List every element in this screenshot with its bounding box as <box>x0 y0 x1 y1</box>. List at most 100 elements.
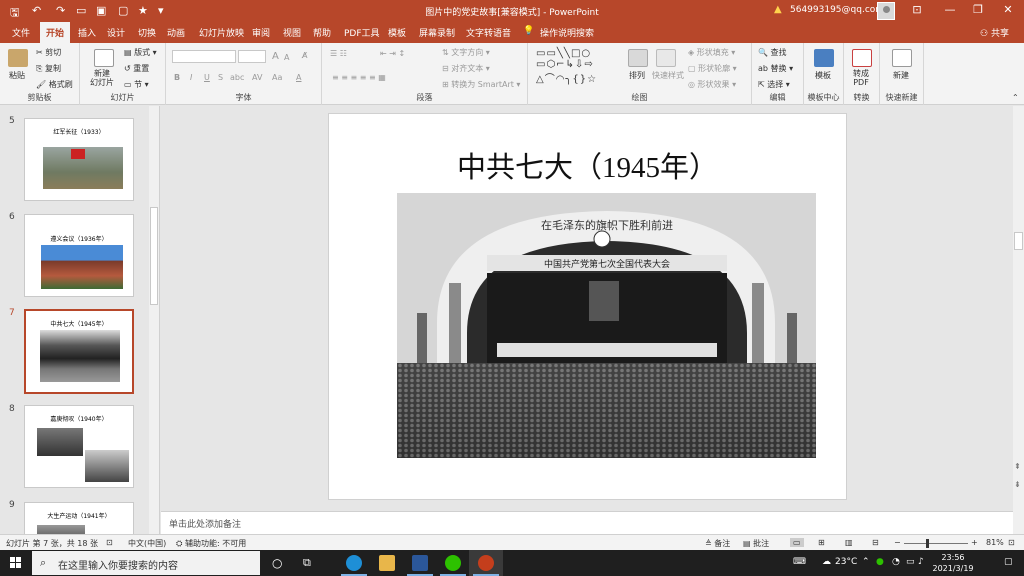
shapes-gallery[interactable]: ▭▭╲╲□○ ▭⬡⌐↳⇩⇨ △⌒◠╮{}☆ <box>536 48 597 85</box>
bullets-icon[interactable]: ☰ ☷ <box>330 49 347 58</box>
notes-placeholder[interactable]: 单击此处添加备注 <box>169 517 241 530</box>
font-color-button[interactable]: A <box>296 73 301 82</box>
comments-toggle[interactable]: ▤ 批注 <box>743 538 769 549</box>
wechat-tray-icon[interactable]: ● <box>876 557 884 567</box>
edge-app[interactable] <box>337 550 371 576</box>
quick-styles-button[interactable]: 快速样式 <box>652 70 684 81</box>
zoom-slider[interactable] <box>904 543 968 544</box>
notes-pane[interactable]: 单击此处添加备注 <box>161 511 1013 534</box>
new-slide-button[interactable]: 新建 幻灯片 <box>90 69 114 87</box>
template-icon[interactable] <box>814 49 834 67</box>
paste-button[interactable]: 粘贴 <box>9 70 25 81</box>
minimize-button[interactable]: — <box>940 3 960 19</box>
weather-icon[interactable]: ☁ <box>822 557 831 567</box>
format-painter-button[interactable]: 🖌 格式刷 <box>36 79 73 90</box>
tab-tts[interactable]: 文字转语音 <box>466 26 511 39</box>
temperature[interactable]: 23°C <box>835 557 857 567</box>
normal-view-button[interactable]: ▭ <box>790 538 804 547</box>
share-button[interactable]: ⚇ 共享 <box>980 26 1009 39</box>
quick-new-button[interactable]: 新建 <box>893 70 909 81</box>
pdf-icon[interactable] <box>852 49 872 67</box>
chevron-up-icon[interactable]: ⌃ <box>862 557 870 567</box>
shrink-font-button[interactable]: A <box>284 53 289 62</box>
align-icons[interactable]: ≡ ≡ ≡ ≡ ≡ ▦ <box>332 73 386 82</box>
clock[interactable]: 23:56 2021/3/19 <box>928 552 978 574</box>
template-button[interactable]: 模板 <box>815 70 831 81</box>
fit-slide-icon[interactable]: ⊡ <box>1008 538 1015 547</box>
collapse-ribbon-icon[interactable]: ⌃ <box>1012 93 1019 102</box>
slide-thumbnail[interactable]: 嘉庚彻叹（1940年） <box>24 405 134 488</box>
prev-slide-icon[interactable]: ⇞ <box>1014 462 1021 471</box>
shadow-button[interactable]: abc <box>230 73 244 82</box>
replace-button[interactable]: ab 替换 ▾ <box>758 63 793 74</box>
slide-photo[interactable]: 中国共产党第七次全国代表大会 在毛泽东的旗帜下胜利前进 <box>397 193 816 458</box>
shape-effects-button[interactable]: ◎ 形状效果 ▾ <box>688 79 736 90</box>
font-name-box[interactable] <box>172 50 236 63</box>
tab-template[interactable]: 模板 <box>388 26 406 39</box>
notes-toggle[interactable]: ≜ 备注 <box>705 538 730 549</box>
quick-styles-icon[interactable] <box>656 49 676 67</box>
reading-view-button[interactable]: ▥ <box>845 538 853 547</box>
thumbnail-scrollbar[interactable] <box>149 106 159 534</box>
zoom-out-button[interactable]: − <box>894 538 901 547</box>
slideshow-view-button[interactable]: ⊟ <box>872 538 879 547</box>
arrange-icon[interactable] <box>628 49 648 67</box>
layout-button[interactable]: ▤ 版式 ▾ <box>124 47 157 58</box>
convert-pdf-button[interactable]: 转成 PDF <box>853 69 869 87</box>
close-button[interactable]: ✕ <box>998 3 1018 19</box>
paste-icon[interactable] <box>8 49 28 67</box>
current-slide[interactable]: 中共七大（1945年） 中国共产党第七次全国代表大会 在毛泽东的旗帜下胜利前进 <box>328 113 847 500</box>
tab-animations[interactable]: 动画 <box>167 26 185 39</box>
windows-start-icon[interactable] <box>10 557 22 569</box>
next-slide-icon[interactable]: ⇟ <box>1014 480 1021 489</box>
tab-review[interactable]: 审阅 <box>252 26 270 39</box>
bold-button[interactable]: B <box>174 73 180 82</box>
section-button[interactable]: ▭ 节 ▾ <box>124 79 149 90</box>
notification-icon[interactable]: ▢ <box>1004 557 1013 567</box>
font-size-box[interactable] <box>238 50 266 63</box>
account-email[interactable]: 564993195@qq.com <box>790 5 884 15</box>
italic-button[interactable]: I <box>190 73 192 82</box>
tab-view[interactable]: 视图 <box>283 26 301 39</box>
tab-help[interactable]: 帮助 <box>313 26 331 39</box>
text-direction-button[interactable]: ⇅ 文字方向 ▾ <box>442 47 490 58</box>
explorer-app[interactable] <box>370 550 404 576</box>
network-icon[interactable]: ◔ <box>892 557 900 567</box>
tab-screen-record[interactable]: 屏幕录制 <box>419 26 455 39</box>
clear-format-icon[interactable]: A̸ <box>302 51 307 60</box>
slide-scroll-thumb[interactable] <box>1014 232 1023 250</box>
shape-outline-button[interactable]: ▢ 形状轮廓 ▾ <box>688 63 737 74</box>
find-button[interactable]: 🔍 查找 <box>758 47 787 58</box>
tab-home[interactable]: 开始 <box>40 22 70 43</box>
grow-font-button[interactable]: A <box>272 51 279 62</box>
indent-icon[interactable]: ⇤ ⇥ ↕ <box>380 49 405 58</box>
thumbnail-scroll-thumb[interactable] <box>150 207 158 305</box>
quick-new-icon[interactable] <box>892 49 912 67</box>
zoom-level[interactable]: 81% <box>986 538 1004 547</box>
new-slide-icon[interactable] <box>94 49 114 67</box>
avatar[interactable] <box>877 2 895 20</box>
zoom-slider-thumb[interactable] <box>926 539 929 548</box>
slide-scrollbar[interactable]: ⇞ ⇟ <box>1013 106 1024 534</box>
tab-pdf-tools[interactable]: PDF工具 <box>344 26 380 39</box>
char-spacing-button[interactable]: AV <box>252 73 262 82</box>
powerpoint-app[interactable] <box>469 550 503 576</box>
slide-thumbnail[interactable]: 遵义会议（1936年） <box>24 214 134 297</box>
word-app[interactable] <box>403 550 437 576</box>
language-indicator[interactable]: 中文(中国) <box>128 538 166 549</box>
accessibility-status[interactable]: ⛭ 辅助功能: 不可用 <box>176 538 246 549</box>
tab-insert[interactable]: 插入 <box>78 26 96 39</box>
volume-icon[interactable]: ♪ <box>918 557 924 567</box>
tab-file[interactable]: 文件 <box>12 26 30 39</box>
cortana-icon[interactable]: ○ <box>272 556 282 570</box>
arrange-button[interactable]: 排列 <box>629 70 645 81</box>
tab-transitions[interactable]: 切换 <box>138 26 156 39</box>
spellcheck-icon[interactable]: ⊡ <box>106 538 113 547</box>
cut-button[interactable]: ✂ 剪切 <box>36 47 61 58</box>
tab-slideshow[interactable]: 幻灯片放映 <box>199 26 244 39</box>
battery-icon[interactable]: ▭ <box>906 557 915 567</box>
strikethrough-button[interactable]: S <box>218 73 223 82</box>
align-text-button[interactable]: ⊟ 对齐文本 ▾ <box>442 63 490 74</box>
slide-thumbnail[interactable]: 红军长征（1933） <box>24 118 134 201</box>
task-view-icon[interactable]: ⧉ <box>303 556 311 570</box>
